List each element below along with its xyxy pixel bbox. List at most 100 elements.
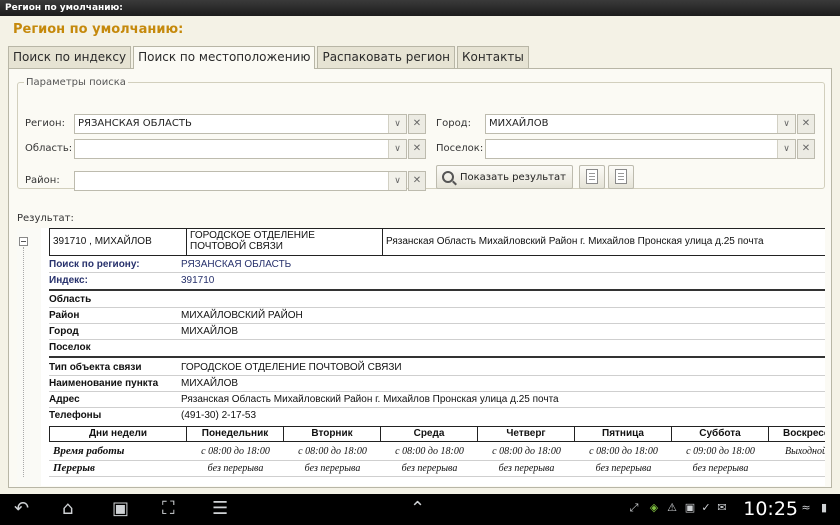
search-params-legend: Параметры поиска — [26, 77, 126, 88]
wifi-icon: ≈ — [801, 501, 811, 514]
work-hours-cell: Выходной — [785, 446, 825, 457]
phones-value: (491-30) 2-17-53 — [181, 410, 257, 421]
rayon-label: Район: — [25, 175, 60, 186]
result-code-city: 391710 , МИХАЙЛОВ — [49, 228, 187, 256]
chevron-down-icon[interactable]: ∨ — [777, 115, 795, 133]
tab-search-by-location[interactable]: Поиск по местоположению — [133, 46, 316, 69]
mail-icon: ✉ — [717, 501, 727, 514]
schedule-day: Среда — [381, 426, 478, 442]
document-icon — [615, 169, 627, 184]
chevron-down-icon[interactable]: ∨ — [388, 140, 406, 158]
close-icon: ✕ — [801, 143, 811, 154]
tab-unpack-region[interactable]: Распаковать регион — [317, 46, 456, 68]
village-clear-button[interactable]: ✕ — [797, 139, 815, 159]
app-window: Регион по умолчанию: Поиск по индексу По… — [0, 16, 840, 494]
back-icon[interactable]: ↶ — [14, 500, 29, 518]
index-label: Индекс: — [49, 275, 88, 286]
break-cell: без перерыва — [207, 463, 264, 474]
window-title: Регион по умолчанию: — [0, 0, 840, 16]
fullscreen-icon: ⤢ — [629, 501, 639, 514]
close-icon: ✕ — [801, 118, 811, 129]
document-icon — [586, 169, 598, 184]
schedule-day: Суббота — [672, 426, 769, 442]
oblast-clear-button[interactable]: ✕ — [408, 139, 426, 159]
search-region-value: РЯЗАНСКАЯ ОБЛАСТЬ — [181, 259, 292, 270]
region-label: Регион: — [25, 118, 65, 129]
app-notification-icon: ◈ — [649, 501, 659, 514]
show-result-label: Показать результат — [460, 171, 566, 183]
chevron-up-icon[interactable]: ⌃ — [410, 500, 425, 518]
rayon-row-value: МИХАЙЛОВСКИЙ РАЙОН — [181, 310, 303, 321]
oblast-value — [75, 140, 388, 158]
work-hours-cell: с 08:00 до 18:00 — [589, 446, 658, 457]
tab-search-by-index[interactable]: Поиск по индексу — [8, 46, 132, 68]
break-cell: без перерыва — [401, 463, 458, 474]
schedule-day: Четверг — [478, 426, 575, 442]
result-office-type-line1: ГОРОДСКОЕ ОТДЕЛЕНИЕ — [190, 230, 315, 241]
result-address-header: Рязанская Область Михайловский Район г. … — [382, 228, 825, 256]
collapse-icon[interactable] — [19, 237, 28, 246]
village-select[interactable]: ∨ — [485, 139, 796, 159]
work-hours-label: Время работы — [53, 445, 125, 457]
screenshot-icon[interactable]: ⛶ — [162, 500, 175, 518]
report-row-object-type: Тип объекта связи ГОРОДСКОЕ ОТДЕЛЕНИЕ ПО… — [41, 360, 825, 375]
save-document-button[interactable] — [608, 165, 634, 189]
report-row-village: Поселок — [41, 340, 825, 355]
tab-panel: Параметры поиска Регион: РЯЗАНСКАЯ ОБЛАС… — [8, 68, 832, 488]
tab-contacts[interactable]: Контакты — [457, 46, 529, 68]
schedule-day: Вторник — [284, 426, 381, 442]
chevron-down-icon[interactable]: ∨ — [777, 140, 795, 158]
close-icon: ✕ — [412, 175, 422, 186]
report-row-index: Индекс: 391710 — [41, 273, 825, 288]
report-row-search-region: Поиск по региону: РЯЗАНСКАЯ ОБЛАСТЬ — [41, 257, 825, 272]
chevron-down-icon[interactable]: ∨ — [388, 115, 406, 133]
search-icon — [442, 171, 454, 183]
phones-label: Телефоны — [49, 410, 102, 421]
tab-bar: Поиск по индексу Поиск по местоположению… — [8, 46, 531, 69]
city-select[interactable]: МИХАЙЛОВ ∨ — [485, 114, 796, 134]
menu-icon[interactable]: ☰ — [212, 500, 228, 518]
object-type-value: ГОРОДСКОЕ ОТДЕЛЕНИЕ ПОЧТОВОЙ СВЯЗИ — [181, 362, 402, 373]
image-icon: ▣ — [684, 501, 696, 514]
work-hours-cell: с 09:00 до 18:00 — [686, 446, 755, 457]
work-hours-cell: с 08:00 до 18:00 — [298, 446, 367, 457]
divider — [49, 476, 825, 477]
tree-gutter — [17, 228, 41, 486]
show-result-button[interactable]: Показать результат — [436, 165, 573, 189]
report-row-oblast: Область — [41, 292, 825, 307]
result-report: 391710 , МИХАЙЛОВ ГОРОДСКОЕ ОТДЕЛЕНИЕ ПО… — [17, 228, 825, 486]
rayon-clear-button[interactable]: ✕ — [408, 171, 426, 191]
tree-line — [23, 247, 24, 477]
section-divider — [49, 356, 825, 358]
schedule-day: Воскресенье — [769, 426, 825, 442]
close-icon: ✕ — [412, 143, 422, 154]
battery-icon: ▮ — [820, 501, 828, 514]
report-row-phones: Телефоны (491-30) 2-17-53 — [41, 408, 825, 423]
city-clear-button[interactable]: ✕ — [797, 114, 815, 134]
index-value: 391710 — [181, 275, 215, 286]
village-value — [486, 140, 777, 158]
region-value: РЯЗАНСКАЯ ОБЛАСТЬ — [78, 118, 192, 129]
region-clear-button[interactable]: ✕ — [408, 114, 426, 134]
break-cell: без перерыва — [498, 463, 555, 474]
print-button[interactable] — [579, 165, 605, 189]
rayon-select[interactable]: ∨ — [74, 171, 407, 191]
city-value: МИХАЙЛОВ — [489, 118, 549, 129]
report-row-city: Город МИХАЙЛОВ — [41, 324, 825, 339]
address-row-label: Адрес — [49, 394, 80, 405]
chevron-down-icon[interactable]: ∨ — [388, 172, 406, 190]
city-label: Город: — [436, 118, 471, 129]
rayon-value — [75, 172, 388, 190]
work-hours-cell: с 08:00 до 18:00 — [492, 446, 561, 457]
section-divider — [49, 289, 825, 291]
oblast-row-label: Область — [49, 294, 92, 305]
region-select[interactable]: РЯЗАНСКАЯ ОБЛАСТЬ ∨ — [74, 114, 407, 134]
work-hours-cell: с 08:00 до 18:00 — [201, 446, 270, 457]
break-label: Перерыв — [53, 462, 95, 474]
recent-apps-icon[interactable]: ▣ — [112, 500, 129, 518]
download-icon: ✓ — [701, 501, 711, 514]
system-navbar: ↶ ⌂ ▣ ⛶ ☰ ⌃ ⤢ ◈ ⚠ ▣ ✓ ✉ 10:25 ≈ ▮ — [0, 494, 840, 525]
report-row-point-name: Наименование пункта МИХАЙЛОВ — [41, 376, 825, 391]
home-icon[interactable]: ⌂ — [62, 500, 73, 518]
oblast-select[interactable]: ∨ — [74, 139, 407, 159]
